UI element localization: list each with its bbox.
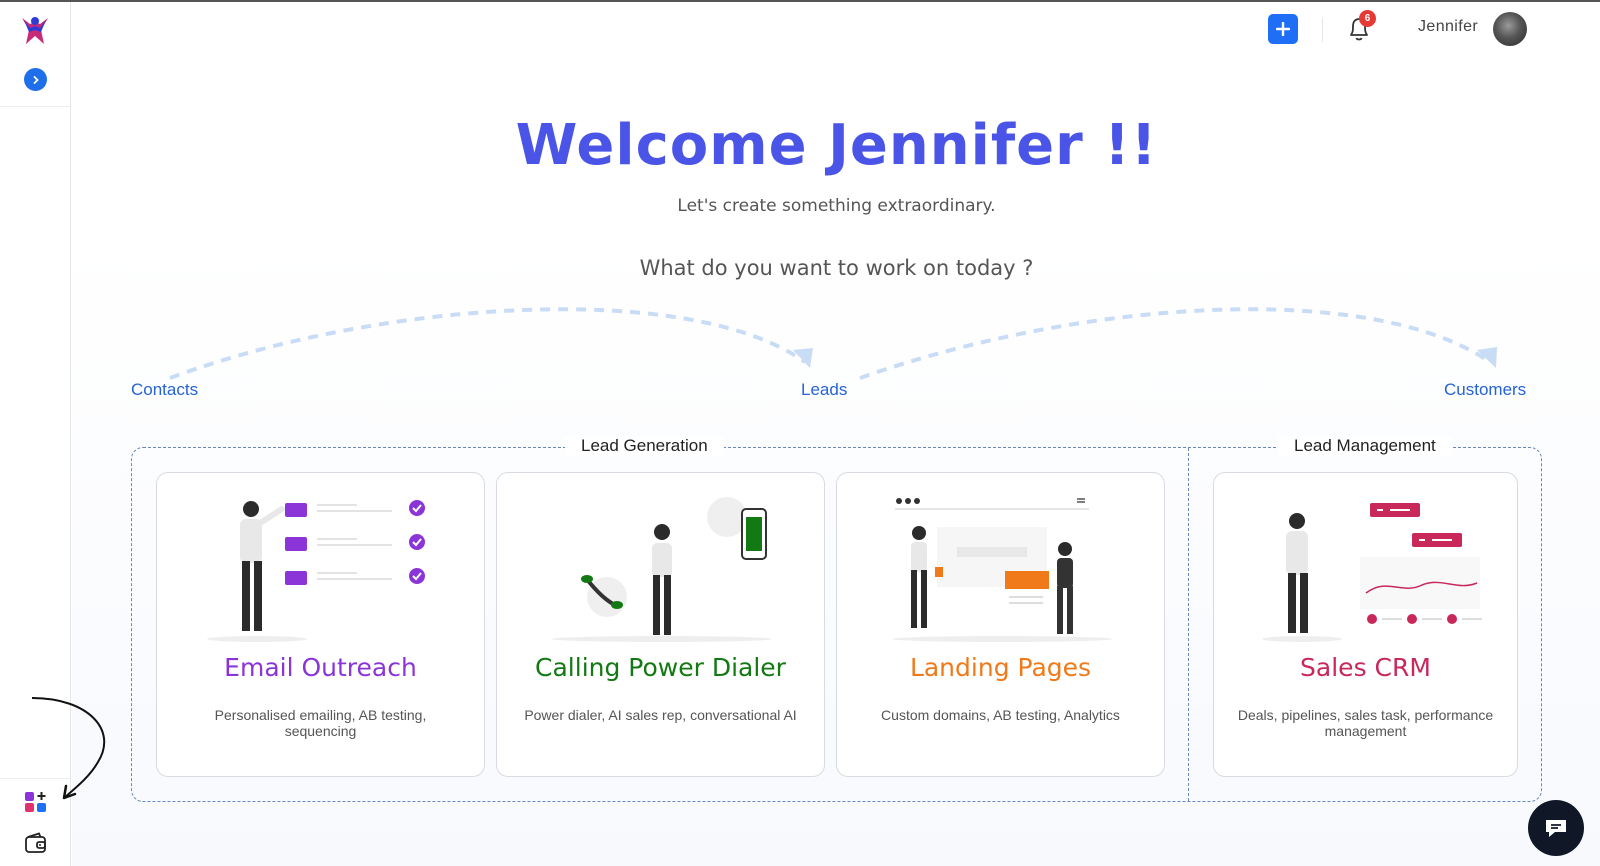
- avatar[interactable]: [1493, 12, 1527, 46]
- welcome-subtitle: Let's create something extraordinary.: [677, 196, 996, 216]
- card-email-outreach[interactable]: Email Outreach Personalised emailing, AB…: [156, 472, 485, 777]
- card-calling-power-dialer[interactable]: Calling Power Dialer Power dialer, AI sa…: [496, 472, 825, 777]
- sales-crm-illustration: [1262, 503, 1482, 642]
- stage-customers: Customers: [1444, 380, 1527, 399]
- sidebar-divider: [0, 106, 70, 107]
- user-name[interactable]: Jennifer: [1418, 18, 1478, 36]
- email-outreach-illustration: [207, 500, 425, 642]
- chat-bubble-icon: [1546, 820, 1566, 837]
- add-button[interactable]: [1268, 14, 1298, 44]
- chevron-right-icon: [33, 75, 39, 84]
- wallet-icon[interactable]: [24, 832, 48, 854]
- chat-button[interactable]: [1528, 800, 1584, 856]
- card-title: Landing Pages: [909, 653, 1092, 682]
- app-logo[interactable]: [18, 14, 52, 46]
- top-border: [0, 0, 1600, 2]
- sidebar-bottom-divider: [0, 778, 70, 779]
- card-description: Personalised emailing, AB testing, seque…: [214, 707, 427, 739]
- section-divider: [1188, 448, 1189, 801]
- funnel-flow-arrows: [169, 307, 1497, 380]
- plus-icon: [1276, 22, 1290, 36]
- section-label-lead-generation: Lead Generation: [565, 436, 724, 456]
- card-description: Custom domains, AB testing, Analytics: [881, 707, 1120, 723]
- stage-leads: Leads: [801, 380, 848, 399]
- work-question: What do you want to work on today ?: [639, 256, 1034, 280]
- apps-add-icon[interactable]: [24, 790, 48, 814]
- card-description: Power dialer, AI sales rep, conversation…: [524, 707, 797, 723]
- card-title: Email Outreach: [224, 653, 417, 682]
- notification-badge: 6: [1359, 10, 1376, 27]
- card-title: Sales CRM: [1300, 653, 1431, 682]
- card-landing-pages[interactable]: Landing Pages Custom domains, AB testing…: [836, 472, 1165, 777]
- card-title: Calling Power Dialer: [535, 653, 786, 682]
- stage-contacts: Contacts: [131, 380, 199, 399]
- landing-pages-illustration: [892, 498, 1112, 642]
- power-dialer-illustration: [552, 497, 772, 642]
- header-separator: [1322, 18, 1323, 42]
- card-sales-crm[interactable]: Sales CRM Deals, pipelines, sales task, …: [1213, 472, 1518, 777]
- section-label-lead-management: Lead Management: [1278, 436, 1452, 456]
- card-description: Deals, pipelines, sales task, performanc…: [1237, 707, 1494, 739]
- sidebar-expand-button[interactable]: [24, 68, 47, 91]
- welcome-heading: Welcome Jennifer !!: [515, 113, 1158, 178]
